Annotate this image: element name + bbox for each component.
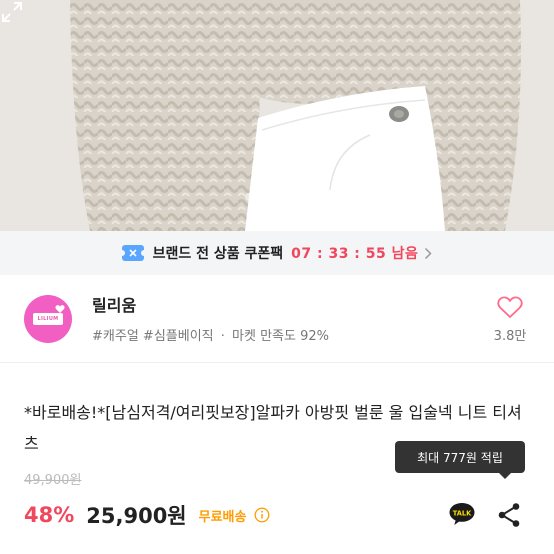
brand-logo-text: LILIUM	[33, 313, 63, 325]
carousel-dots	[0, 193, 554, 201]
carousel-dot-active[interactable]	[301, 193, 309, 201]
expand-icon[interactable]	[0, 0, 24, 24]
brand-tag[interactable]: #심플베이직	[143, 329, 214, 344]
coupon-timer: 07 : 33 : 55 남음	[291, 246, 419, 262]
brand-tags: #캐주얼 #심플베이직 · 마켓 만족도 92%	[92, 325, 329, 344]
coupon-banner[interactable]: 브랜드 전 상품 쿠폰팩 07 : 33 : 55 남음	[0, 231, 554, 275]
like-count: 3.8만	[493, 329, 527, 344]
carousel-dot[interactable]	[259, 193, 267, 201]
share-icon[interactable]	[497, 502, 521, 528]
info-icon[interactable]	[254, 507, 270, 523]
price-row: 48% 25,900원 무료배송	[24, 500, 270, 530]
tag-separator: ·	[220, 329, 225, 344]
brand-tag[interactable]: #캐주얼	[92, 329, 139, 344]
chevron-right-icon	[425, 247, 432, 259]
brand-logo[interactable]: LILIUM	[24, 295, 72, 343]
heart-outline-icon	[497, 296, 523, 318]
discount-rate: 48%	[24, 503, 75, 527]
like-button[interactable]: 3.8만	[490, 296, 530, 344]
kakao-talk-button[interactable]: TALK	[448, 502, 476, 526]
carousel-dot[interactable]	[287, 193, 295, 201]
carousel-dot[interactable]	[273, 193, 281, 201]
carousel-dot[interactable]	[245, 193, 253, 201]
brand-section: LILIUM 릴리움 #캐주얼 #심플베이직 · 마켓 만족도 92% 3.8만	[0, 275, 554, 363]
reward-tooltip: 최대 777원 적립	[395, 441, 525, 479]
talk-label: TALK	[453, 509, 472, 517]
original-price: 49,900원	[24, 473, 82, 488]
brand-name[interactable]: 릴리움	[92, 292, 136, 316]
market-satisfaction: 마켓 만족도 92%	[232, 329, 330, 344]
sale-price: 25,900원	[86, 504, 187, 528]
coupon-text: 브랜드 전 상품 쿠폰팩	[152, 246, 284, 262]
shipping-badge: 무료배송	[198, 509, 247, 525]
product-image[interactable]	[0, 0, 554, 231]
coupon-icon	[121, 245, 144, 261]
